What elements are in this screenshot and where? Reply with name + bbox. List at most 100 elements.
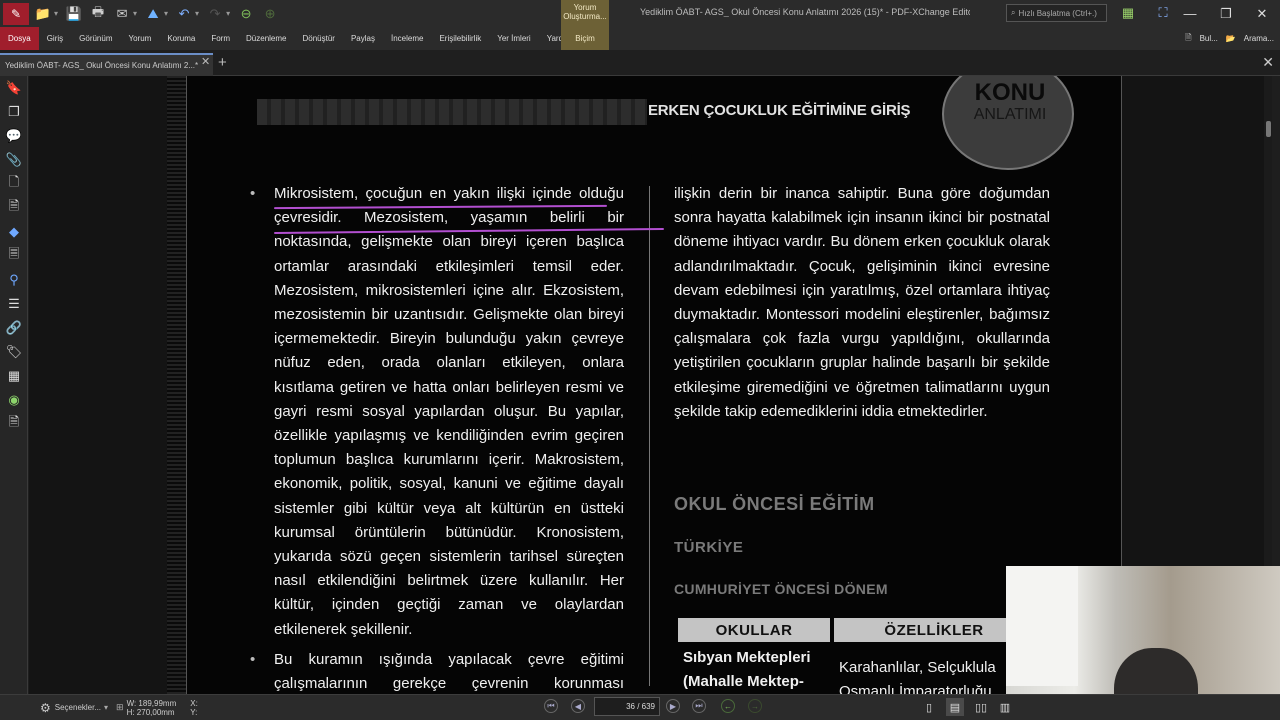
previous-page-icon[interactable]: ◀ [571, 699, 585, 713]
single-page-view-icon[interactable]: ▯ [920, 698, 938, 716]
grid-icon[interactable]: ▦ [0, 364, 28, 388]
table-header-cell: OKULLAR [678, 618, 830, 642]
previous-view-icon[interactable]: ← [721, 699, 735, 713]
restore-button[interactable]: ❐ [1208, 0, 1244, 27]
search-panel-icon[interactable]: ⚲ [0, 268, 28, 292]
tab-comment[interactable]: Yorum [121, 27, 160, 50]
fullscreen-icon[interactable]: ⛶ [1153, 3, 1173, 23]
next-view-icon[interactable]: → [748, 699, 762, 713]
save-icon[interactable]: 💾 [64, 4, 84, 24]
chevron-down-icon[interactable]: ▾ [54, 9, 58, 18]
badge-line1: KONU [974, 79, 1046, 106]
comments-icon[interactable]: 💬 [0, 124, 28, 148]
search-icon: ⌕ [1011, 8, 1016, 17]
chevron-down-icon[interactable]: ▾ [104, 703, 108, 712]
y-readout: Y: [190, 707, 198, 717]
document-tab-bar: Yediklim ÖABT- AGS_ Okul Öncesi Konu Anl… [0, 50, 1280, 76]
quick-launch-search[interactable]: ⌕ Hızlı Başlatma (Ctrl+.) [1006, 4, 1107, 22]
badge-line2: ANLATIMI [973, 106, 1047, 123]
page-number-field[interactable]: 36 / 639 [594, 697, 660, 716]
find-icon[interactable]: 🗎 [1185, 32, 1191, 46]
layers-icon[interactable]: ◆ [0, 220, 28, 244]
tab-form[interactable]: Form [203, 27, 238, 50]
page-icon[interactable]: 🗋 [0, 172, 28, 196]
header-strip [257, 99, 647, 125]
facing-continuous-view-icon[interactable]: ▥ [996, 698, 1014, 716]
ui-options-icon[interactable]: ▦ [1118, 3, 1138, 23]
search-folder-icon[interactable]: 📂 [1226, 34, 1236, 43]
bullet-icon: • [250, 185, 256, 202]
minimize-button[interactable]: — [1172, 0, 1208, 27]
konu-anlatimi-badge: KONU ANLATIMI [942, 76, 1074, 170]
table-cell: Sıbyan Mektepleri (Mahalle Mektep- [683, 649, 811, 690]
tab-bookmarks[interactable]: Yer İmleri [489, 27, 539, 50]
chevron-down-icon[interactable]: ▾ [164, 9, 168, 18]
chapter-title: ERKEN ÇOCUKLUK EĞİTİMİNE GİRİŞ [648, 102, 911, 119]
tab-share[interactable]: Paylaş [343, 27, 383, 50]
tab-format[interactable]: Biçim [561, 27, 609, 50]
sub-heading: TÜRKİYE [674, 539, 744, 556]
options-button[interactable]: Seçenekler... [55, 703, 101, 712]
next-page-icon[interactable]: ▶ [666, 699, 680, 713]
sub-sub-heading: CUMHURİYET ÖNCESİ DÖNEM [674, 581, 888, 597]
gear-icon[interactable]: ⚙ [40, 701, 51, 715]
structure-icon[interactable]: ☰ [0, 292, 28, 316]
pdf-page[interactable]: ERKEN ÇOCUKLUK EĞİTİMİNE GİRİŞ KONU ANLA… [186, 76, 1122, 694]
tab-view[interactable]: Görünüm [71, 27, 120, 50]
list-item: • Bu kuramın ışığında yapılacak çevre eğ… [250, 648, 624, 694]
scrollbar-thumb[interactable] [1266, 121, 1271, 137]
open-folder-icon[interactable]: 📁 [33, 4, 53, 24]
document-tab-close-icon[interactable]: ✕ [201, 55, 210, 68]
webcam-background-window [1006, 566, 1078, 686]
title-bar: ✎ 📁 ▾ 💾 🖶 ✉ ▾ ⛰ ▾ ↶ ▾ ↷ ▾ ⊖ ⊕ Yorum Oluşturma… [0, 0, 1280, 27]
tab-protect[interactable]: Koruma [159, 27, 203, 50]
bookmarks-icon[interactable]: 🔖 [0, 76, 28, 100]
ruler-icon: ⊞ [116, 702, 124, 712]
list-item: • Mikrosistem, çocuğun en yakın ilişki i… [250, 182, 624, 642]
table-header-cell: ÖZELLİKLER [834, 618, 1034, 642]
link-icon[interactable]: 🔗 [0, 316, 28, 340]
forward-icon[interactable]: ⊕ [260, 4, 280, 24]
undo-icon[interactable]: ↶ [174, 4, 194, 24]
print-icon[interactable]: 🖶 [88, 4, 108, 24]
redo-icon[interactable]: ↷ [205, 4, 225, 24]
paragraph-text: Mikrosistem, çocuğun en yakın ilişki içi… [274, 185, 624, 638]
document-tab[interactable]: Yediklim ÖABT- AGS_ Okul Öncesi Konu Anl… [0, 53, 213, 76]
new-tab-icon[interactable]: + [218, 54, 227, 71]
first-page-icon[interactable]: ⏮ [544, 699, 558, 713]
email-icon[interactable]: ✉ [112, 4, 132, 24]
chevron-down-icon[interactable]: ▾ [195, 9, 199, 18]
ribbon-right-tools: 🗎 Bul... 📂 Arama... [1185, 27, 1280, 50]
attachments-icon[interactable]: 📎 [0, 148, 28, 172]
app-logo-icon[interactable]: ✎ [3, 2, 29, 25]
paragraph-text: Bu kuramın ışığında yapılacak çevre eğit… [274, 650, 624, 693]
tab-edit[interactable]: Düzenleme [238, 27, 294, 50]
x-readout: X: [190, 698, 198, 708]
close-button[interactable]: ✕ [1244, 0, 1280, 27]
tab-convert[interactable]: Dönüştür [294, 27, 342, 50]
tab-file[interactable]: Dosya [0, 27, 39, 50]
chevron-down-icon[interactable]: ▾ [133, 9, 137, 18]
close-panel-icon[interactable]: ✕ [1262, 54, 1274, 71]
continuous-view-icon[interactable]: ▤ [946, 698, 964, 716]
thumbnails-icon[interactable]: ❐ [0, 100, 28, 124]
table-cell: Karahanlılar, Selçuklula Osmanlı İmparat… [839, 659, 996, 694]
properties-icon[interactable]: 🗏 [0, 244, 28, 268]
tab-review[interactable]: İnceleme [383, 27, 431, 50]
tag-icon[interactable]: 🏷 [0, 340, 28, 364]
search-button[interactable]: Arama... [1244, 34, 1274, 43]
quick-launch-placeholder: Hızlı Başlatma (Ctrl+.) [1018, 8, 1097, 18]
chevron-down-icon[interactable]: ▾ [226, 9, 230, 18]
facing-view-icon[interactable]: ▯▯ [972, 698, 990, 716]
width-readout: W: 189,99mm [126, 698, 177, 708]
globe-icon[interactable]: ◉ [0, 388, 28, 412]
tab-accessibility[interactable]: Erişilebilirlik [431, 27, 489, 50]
scan-icon[interactable]: ⛰ [143, 4, 163, 24]
back-icon[interactable]: ⊖ [236, 4, 256, 24]
find-button[interactable]: Bul... [1200, 34, 1218, 43]
signature-icon[interactable]: 🗎 [0, 412, 28, 436]
tab-home[interactable]: Giriş [39, 27, 71, 50]
document-icon[interactable]: 🗎 [0, 196, 28, 220]
last-page-icon[interactable]: ⏭ [692, 699, 706, 713]
section-heading: OKUL ÖNCESİ EĞİTİM [674, 494, 875, 514]
